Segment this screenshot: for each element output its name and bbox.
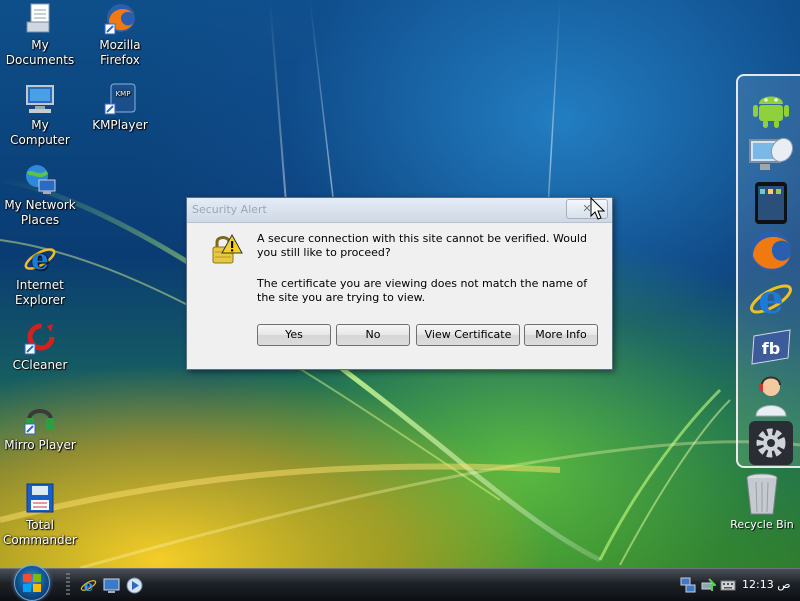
internet-explorer-icon[interactable]: e	[748, 276, 794, 322]
safely-remove-icon[interactable]	[700, 577, 718, 593]
documents-icon	[23, 2, 57, 36]
show-desktop-icon[interactable]	[103, 577, 120, 594]
desktop-icon-kmplayer[interactable]: KMP KMPlayer	[80, 82, 160, 133]
desktop-icon-label: KMPlayer	[92, 118, 148, 132]
ccleaner-icon	[23, 322, 57, 356]
taskbar: e 12:13 ص	[0, 565, 800, 601]
desktop-icon-label: Internet Explorer	[15, 278, 65, 307]
recycle-bin-icon	[746, 473, 778, 515]
media-player-icon[interactable]	[126, 577, 143, 594]
no-button[interactable]: No	[336, 324, 410, 346]
desktop-icon-label: CCleaner	[12, 358, 68, 372]
svg-text:e: e	[84, 577, 94, 594]
desktop-icon-mirro-player[interactable]: Mirro Player	[0, 402, 80, 453]
svg-text:e: e	[31, 243, 49, 276]
windows-logo-icon	[23, 574, 41, 592]
support-agent-icon[interactable]	[748, 372, 794, 418]
recycle-bin-label: Recycle Bin	[730, 518, 794, 531]
desktop-icon-my-computer[interactable]: My Computer	[0, 82, 80, 148]
desktop-icon-recycle-bin[interactable]: Recycle Bin	[728, 470, 796, 531]
mouse-cursor-icon	[590, 196, 606, 221]
desktop-icon-label: Mirro Player	[4, 438, 76, 452]
total-commander-icon	[23, 482, 57, 516]
mirro-player-icon	[23, 402, 57, 436]
kmplayer-badge-text: KMP	[116, 90, 131, 98]
yes-button[interactable]: Yes	[257, 324, 331, 346]
taskbar-clock[interactable]: 12:13 ص	[742, 578, 791, 591]
firefox-icon	[103, 2, 137, 36]
gear-icon[interactable]	[748, 420, 794, 466]
desktop-icon-my-documents[interactable]: My Documents	[0, 2, 80, 68]
dialog-message-secondary: The certificate you are viewing does not…	[257, 277, 588, 304]
desktop-icon-label: My Documents	[5, 38, 75, 67]
dialog-title: Security Alert	[192, 203, 267, 216]
view-certificate-button[interactable]: View Certificate	[416, 324, 520, 346]
desktop-icon-label: Total Commander	[3, 518, 77, 547]
application-dock: e fb	[736, 74, 800, 468]
firefox-icon[interactable]	[748, 228, 794, 274]
kmplayer-icon: KMP	[103, 82, 137, 116]
dialog-message-primary: A secure connection with this site canno…	[257, 232, 587, 259]
desktop-icon-network-places[interactable]: My Network Places	[0, 162, 80, 228]
desktop-icon-ccleaner[interactable]: CCleaner	[0, 322, 80, 373]
more-info-button[interactable]: More Info	[524, 324, 598, 346]
android-icon[interactable]	[748, 84, 794, 130]
desktop-icon-label: My Network Places	[4, 198, 76, 227]
desktop-icon-label: My Computer	[10, 118, 70, 147]
desktop-icon-label: Mozilla Firefox	[99, 38, 141, 67]
desktop-icon-internet-explorer[interactable]: e Internet Explorer	[0, 242, 80, 308]
security-lock-warning-icon	[209, 233, 243, 267]
tablet-icon[interactable]	[748, 180, 794, 226]
internet-explorer-icon: e	[23, 242, 57, 276]
keyboard-icon[interactable]	[720, 577, 736, 593]
svg-text:e: e	[758, 276, 783, 322]
desktop-icon-firefox[interactable]: Mozilla Firefox	[80, 2, 160, 68]
desktop-icon-total-commander[interactable]: Total Commander	[0, 482, 80, 548]
start-button[interactable]	[14, 565, 50, 601]
facebook-label: fb	[762, 339, 780, 358]
security-alert-dialog: Security Alert ✕ A secure connection wit…	[186, 197, 613, 370]
internet-explorer-icon[interactable]: e	[80, 577, 97, 594]
network-icon[interactable]	[680, 577, 696, 593]
computer-icon	[23, 82, 57, 116]
monitor-satellite-icon[interactable]	[748, 132, 794, 178]
dialog-titlebar[interactable]: Security Alert ✕	[187, 198, 612, 223]
network-icon	[23, 162, 57, 196]
taskbar-separator	[66, 573, 70, 595]
facebook-icon[interactable]: fb	[748, 324, 794, 370]
